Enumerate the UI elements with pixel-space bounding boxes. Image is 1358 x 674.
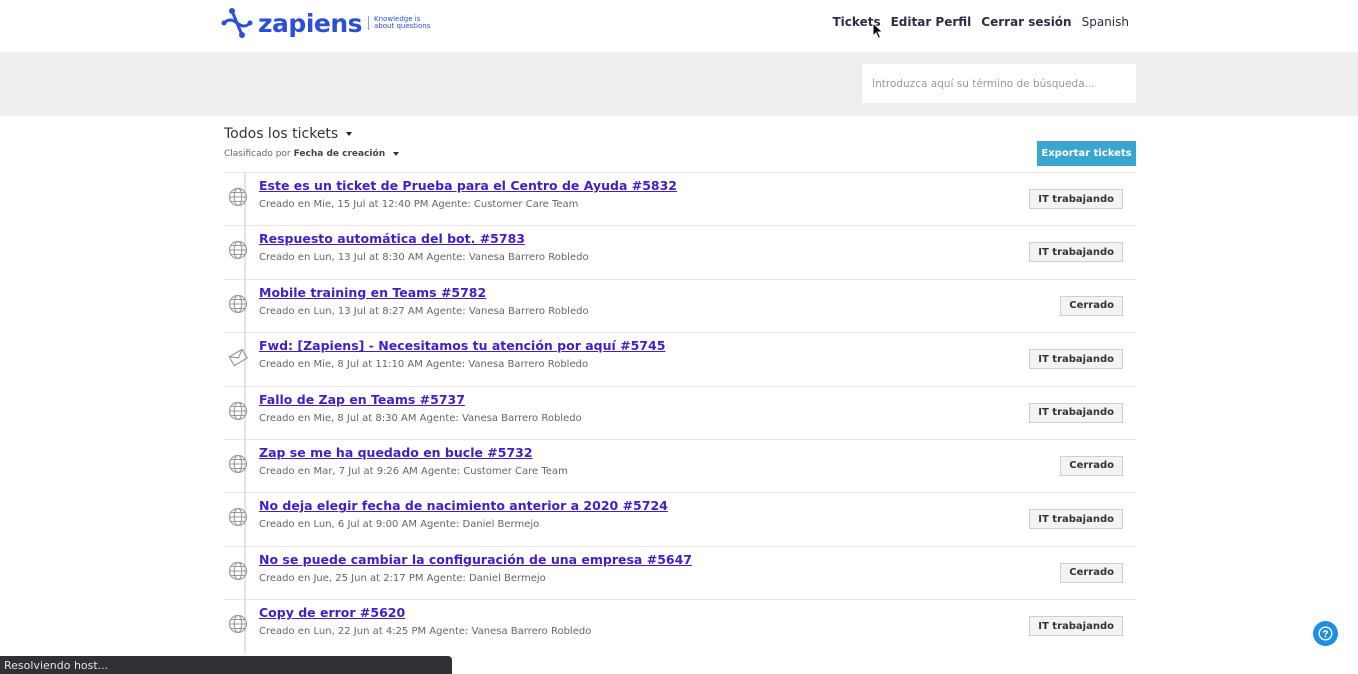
ticket-filter-dropdown[interactable]: Todos los tickets xyxy=(224,126,353,142)
ticket-row[interactable]: Mobile training en Teams #5782 Creado en … xyxy=(224,278,1136,333)
ticket-meta: Creado en Jue, 25 Jun at 2:17 PM Agente:… xyxy=(259,572,546,584)
question-mark-icon xyxy=(1318,626,1333,641)
ticket-meta: Creado en Lun, 13 Jul at 8:27 AM Agente:… xyxy=(259,305,589,317)
globe-icon xyxy=(228,507,248,529)
ticket-meta: Creado en Mie, 8 Jul at 11:10 AM Agente:… xyxy=(259,359,589,371)
status-badge: Cerrado xyxy=(1060,455,1123,476)
brand-name: zapiens xyxy=(258,8,363,38)
ticket-title-link[interactable]: Copy de error #5620 xyxy=(259,605,405,620)
status-badge: Cerrado xyxy=(1060,295,1123,316)
language-selector[interactable]: Spanish xyxy=(1082,15,1129,29)
status-badge: IT trabajando xyxy=(1029,189,1123,209)
globe-icon xyxy=(228,187,248,209)
globe-icon xyxy=(228,294,248,316)
ticket-meta: Creado en Mie, 15 Jul at 12:40 PM Agente… xyxy=(259,199,579,210)
envelope-icon xyxy=(228,347,249,369)
globe-icon xyxy=(228,614,248,636)
ticket-title-link[interactable]: Fallo de Zap en Teams #5737 xyxy=(259,392,465,407)
status-badge: Cerrado xyxy=(1060,562,1123,583)
brand-divider xyxy=(368,16,370,30)
globe-icon xyxy=(228,240,248,262)
mouse-cursor-icon xyxy=(872,22,884,40)
ticket-meta: Creado en Lun, 6 Jul at 9:00 AM Agente: … xyxy=(259,519,540,531)
search-input[interactable] xyxy=(862,64,1136,103)
ticket-title-link[interactable]: Este es un ticket de Prueba para el Cent… xyxy=(259,178,677,193)
sort-field: Fecha de creación xyxy=(293,149,386,159)
ticket-row[interactable]: Respuesto automática del bot. #5783 Cread… xyxy=(224,225,1136,279)
ticket-row[interactable]: No se puede cambiar la configuración de … xyxy=(224,545,1136,600)
ticket-row[interactable]: Este es un ticket de Prueba para el Cent… xyxy=(224,172,1136,226)
browser-status-bar: Resolviendo host... xyxy=(0,656,452,674)
export-tickets-button[interactable]: Exportar tickets xyxy=(1037,141,1136,166)
ticket-row[interactable]: Copy de error #5620 Creado en Lun, 22 Jun… xyxy=(224,599,1136,653)
nav-logout-link[interactable]: Cerrar sesión xyxy=(981,15,1071,29)
ticket-meta: Creado en Mie, 8 Jul at 8:30 AM Agente: … xyxy=(259,412,582,424)
ticket-meta: Creado en Mar, 7 Jul at 9:26 AM Agente: … xyxy=(259,465,568,477)
status-badge: IT trabajando xyxy=(1029,242,1123,263)
sort-selector[interactable]: Clasificado por Fecha de creación xyxy=(224,149,400,159)
ticket-row[interactable]: Fallo de Zap en Teams #5737 Creado en Mie… xyxy=(224,385,1136,439)
status-badge: IT trabajando xyxy=(1029,402,1123,423)
ticket-meta: Creado en Lun, 22 Jun at 4:25 PM Agente:… xyxy=(259,626,592,638)
ticket-title-link[interactable]: No se puede cambiar la configuración de … xyxy=(259,552,692,567)
ticket-meta: Creado en Lun, 13 Jul at 8:30 AM Agente:… xyxy=(259,252,589,264)
ticket-row[interactable]: Zap se me ha quedado en bucle #5732 Cread… xyxy=(224,438,1136,493)
sort-prefix: Clasificado por xyxy=(224,149,291,159)
status-badge: IT trabajando xyxy=(1029,616,1123,637)
site-header: zapiens Knowledge is about questions Tic… xyxy=(0,0,1358,52)
brand-logo[interactable]: zapiens Knowledge is about questions xyxy=(220,6,434,40)
status-badge: IT trabajando xyxy=(1029,509,1123,530)
status-text: Resolviendo host... xyxy=(4,658,109,672)
ticket-title-link[interactable]: No deja elegir fecha de nacimiento anter… xyxy=(259,498,668,513)
ticket-title-link[interactable]: Fwd: [Zapiens] - Necesitamos tu atención… xyxy=(259,338,665,353)
globe-icon xyxy=(228,454,248,476)
chevron-down-icon xyxy=(393,152,400,156)
ticket-row[interactable]: Fwd: [Zapiens] - Necesitamos tu atención… xyxy=(224,332,1136,386)
list-title: Todos los tickets xyxy=(224,126,339,142)
ticket-title-link[interactable]: Zap se me ha quedado en bucle #5732 xyxy=(259,445,533,460)
status-badge: IT trabajando xyxy=(1029,349,1123,370)
top-nav: Tickets Editar Perfil Cerrar sesión Span… xyxy=(823,15,1130,29)
globe-icon xyxy=(228,401,248,423)
ticket-row[interactable]: No deja elegir fecha de nacimiento anter… xyxy=(224,492,1136,546)
brand-tagline: Knowledge is about questions xyxy=(374,14,431,30)
zapiens-logo-icon xyxy=(221,8,253,38)
ticket-list: Este es un ticket de Prueba para el Cent… xyxy=(224,172,1136,653)
ticket-title-link[interactable]: Mobile training en Teams #5782 xyxy=(259,285,486,300)
nav-edit-profile-link[interactable]: Editar Perfil xyxy=(891,15,972,29)
chevron-down-icon xyxy=(346,132,353,136)
globe-icon xyxy=(228,561,248,583)
search-band xyxy=(0,52,1358,116)
help-widget-button[interactable] xyxy=(1313,621,1338,646)
ticket-title-link[interactable]: Respuesto automática del bot. #5783 xyxy=(259,231,525,246)
